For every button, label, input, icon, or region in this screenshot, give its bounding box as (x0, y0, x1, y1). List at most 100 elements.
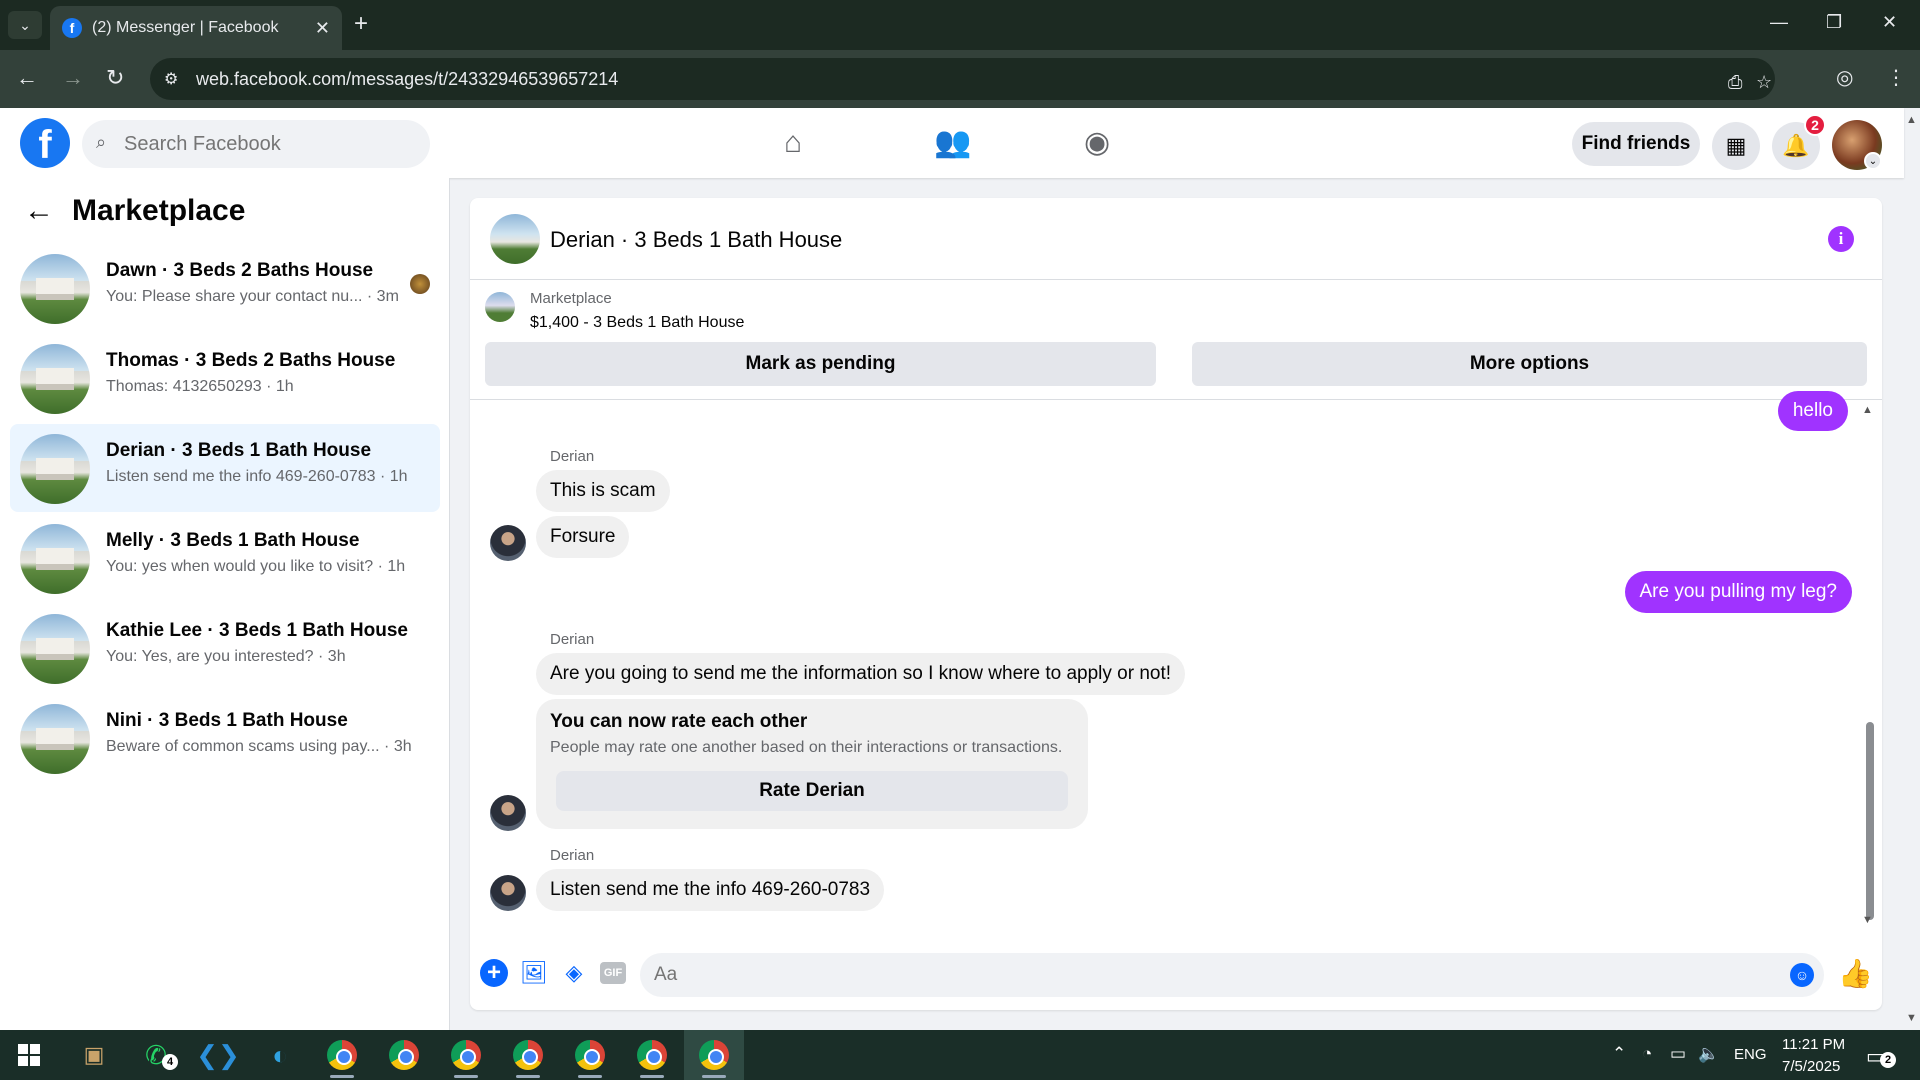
plus-icon[interactable]: + (480, 959, 508, 987)
clock-date[interactable]: 7/5/2025 (1782, 1058, 1840, 1075)
info-icon[interactable]: i (1828, 226, 1854, 252)
facebook-logo[interactable]: f (20, 118, 70, 168)
more-options-button[interactable]: More options (1192, 342, 1867, 386)
photo-icon[interactable]: 🖼 (520, 959, 548, 987)
rate-each-other-card: You can now rate each other People may r… (536, 699, 1088, 829)
new-tab-button[interactable]: + (354, 12, 368, 36)
minimize-icon[interactable]: — (1770, 12, 1788, 33)
marketplace-conversations-panel: ← Marketplace Dawn · 3 Beds 2 Baths Hous… (0, 178, 450, 1030)
conversation-item[interactable]: Nini · 3 Beds 1 Bath House Beware of com… (10, 694, 440, 782)
message-scrollbar-thumb[interactable] (1866, 722, 1874, 920)
browser-tab-active[interactable]: f (2) Messenger | Facebook ✕ (50, 6, 342, 50)
install-app-icon[interactable]: ⎙ (1728, 72, 1742, 93)
address-bar[interactable]: ⚙ web.facebook.com/messages/t/2433294653… (150, 58, 1775, 100)
back-icon[interactable]: ← (16, 66, 38, 90)
site-info-icon[interactable]: ⚙ (164, 69, 178, 89)
app-icon-photos[interactable]: ▣ (74, 1035, 114, 1075)
page-scroll-up-icon[interactable]: ▲ (1906, 114, 1917, 126)
chat-title[interactable]: Derian · 3 Beds 1 Bath House (550, 227, 842, 253)
url-text[interactable]: web.facebook.com/messages/t/243329465396… (196, 69, 618, 90)
battery-icon[interactable]: ▭ (1670, 1044, 1686, 1064)
home-icon[interactable]: ⌂ (784, 126, 802, 160)
chrome-profile-icon[interactable] (446, 1035, 486, 1078)
conversation-item[interactable]: Kathie Lee · 3 Beds 1 Bath House You: Ye… (10, 604, 440, 692)
listing-thumbnail (20, 344, 90, 414)
windows-taskbar: ▣ ✆ ❮❯ ◐ ⌃ ◔ ▭ 🔈 ENG 11:21 PM 7/5/2025 ▭ (0, 1030, 1920, 1080)
close-window-icon[interactable]: ✕ (1882, 12, 1897, 33)
conversation-name: Melly · 3 Beds 1 Bath House (106, 530, 360, 551)
incoming-message[interactable]: Listen send me the info 469-260-0783 (536, 869, 885, 911)
search-input[interactable] (124, 130, 414, 158)
facebook-search[interactable]: ⌕ (82, 120, 430, 168)
mark-as-pending-button[interactable]: Mark as pending (485, 342, 1156, 386)
vscode-icon[interactable]: ❮❯ (196, 1035, 240, 1075)
tray-chevron-up-icon[interactable]: ⌃ (1612, 1044, 1626, 1064)
sender-avatar[interactable] (490, 875, 526, 911)
conversation-preview: Beware of common scams using pay... · 3h (106, 738, 412, 755)
account-caret-icon[interactable]: ⌄ (1864, 152, 1882, 170)
listing-price-title[interactable]: $1,400 - 3 Beds 1 Bath House (530, 314, 744, 332)
listing-thumbnail[interactable] (485, 292, 515, 322)
message-input[interactable] (640, 953, 1824, 997)
thumbs-up-icon[interactable]: 👍 (1838, 957, 1873, 990)
emoji-icon[interactable]: ☺ (1790, 963, 1814, 987)
listing-label: Marketplace (530, 290, 612, 307)
conversation-item[interactable]: Melly · 3 Beds 1 Bath House You: yes whe… (10, 514, 440, 602)
outgoing-message[interactable]: hello (1777, 391, 1848, 431)
facebook-favicon-icon: f (62, 18, 82, 38)
sender-avatar[interactable] (490, 795, 526, 831)
groups-icon[interactable]: ◉ (1084, 126, 1110, 160)
rate-card-title: You can now rate each other (550, 711, 808, 732)
conversation-name: Derian · 3 Beds 1 Bath House (106, 440, 372, 461)
find-friends-button[interactable]: Find friends (1572, 122, 1700, 166)
listing-thumbnail (20, 704, 90, 774)
edge-icon[interactable]: ◐ (260, 1035, 300, 1075)
chrome-icon[interactable] (384, 1035, 424, 1075)
conversation-item-active[interactable]: Derian · 3 Beds 1 Bath House Listen send… (10, 424, 440, 512)
bookmark-star-icon[interactable]: ☆ (1756, 72, 1772, 93)
volume-icon[interactable]: 🔈 (1698, 1044, 1719, 1064)
chrome-profile-icon-active[interactable] (694, 1035, 734, 1078)
chrome-icon[interactable] (322, 1035, 362, 1078)
menu-kebab-icon[interactable]: ⋮ (1886, 66, 1906, 90)
message-thread: hello Derian This is scam Forsure Are yo… (470, 391, 1882, 939)
tab-search-button[interactable]: ⌄ (8, 11, 42, 39)
friends-icon[interactable]: 👥 (934, 126, 971, 160)
incoming-message[interactable]: Forsure (536, 516, 630, 558)
clock-time[interactable]: 11:21 PM (1782, 1036, 1845, 1053)
conversation-name: Thomas · 3 Beds 2 Baths House (106, 350, 396, 371)
rate-card-subtitle: People may rate one another based on the… (550, 739, 1063, 756)
chrome-profile-icon[interactable] (570, 1035, 610, 1078)
reload-icon[interactable]: ↻ (106, 66, 124, 90)
language-indicator[interactable]: ENG (1734, 1046, 1767, 1063)
wifi-icon[interactable]: ◔ (1642, 1044, 1652, 1064)
page-scroll-down-icon[interactable]: ▼ (1906, 1012, 1917, 1024)
chat-listing-avatar[interactable] (490, 214, 540, 264)
chrome-profile-icon[interactable] (508, 1035, 548, 1078)
listing-thumbnail (20, 254, 90, 324)
listing-thumbnail (20, 524, 90, 594)
scroll-down-arrow-icon[interactable]: ▼ (1862, 914, 1873, 926)
rate-derian-button[interactable]: Rate Derian (556, 771, 1068, 811)
close-tab-icon[interactable]: ✕ (315, 18, 330, 39)
conversation-item[interactable]: Dawn · 3 Beds 2 Baths House You: Please … (10, 244, 440, 332)
sender-avatar[interactable] (490, 525, 526, 561)
menu-grid-icon[interactable]: ▦ (1712, 122, 1760, 170)
gif-icon[interactable]: GIF (600, 962, 626, 984)
scroll-up-arrow-icon[interactable]: ▲ (1862, 404, 1873, 416)
conversation-name: Kathie Lee · 3 Beds 1 Bath House (106, 620, 408, 641)
chrome-profile-icon[interactable] (632, 1035, 672, 1078)
windows-start-icon[interactable] (18, 1044, 40, 1066)
facebook-header: f ⌕ ⌂ 👥 ◉ Find friends ▦ 🔔 ⌄ (0, 108, 1904, 178)
back-arrow-icon[interactable]: ← (24, 194, 54, 228)
profile-icon[interactable]: ◎ (1836, 66, 1853, 90)
forward-icon[interactable]: → (62, 66, 84, 90)
chevron-down-icon: ⌄ (19, 16, 31, 33)
panel-title-row: ← Marketplace (24, 194, 245, 228)
sticker-icon[interactable]: ◈ (560, 959, 588, 987)
incoming-message[interactable]: Are you going to send me the information… (536, 653, 1186, 695)
conversation-item[interactable]: Thomas · 3 Beds 2 Baths House Thomas: 41… (10, 334, 440, 422)
incoming-message[interactable]: This is scam (536, 470, 670, 512)
restore-icon[interactable]: ❐ (1826, 12, 1842, 33)
outgoing-message[interactable]: Are you pulling my leg? (1624, 571, 1852, 613)
